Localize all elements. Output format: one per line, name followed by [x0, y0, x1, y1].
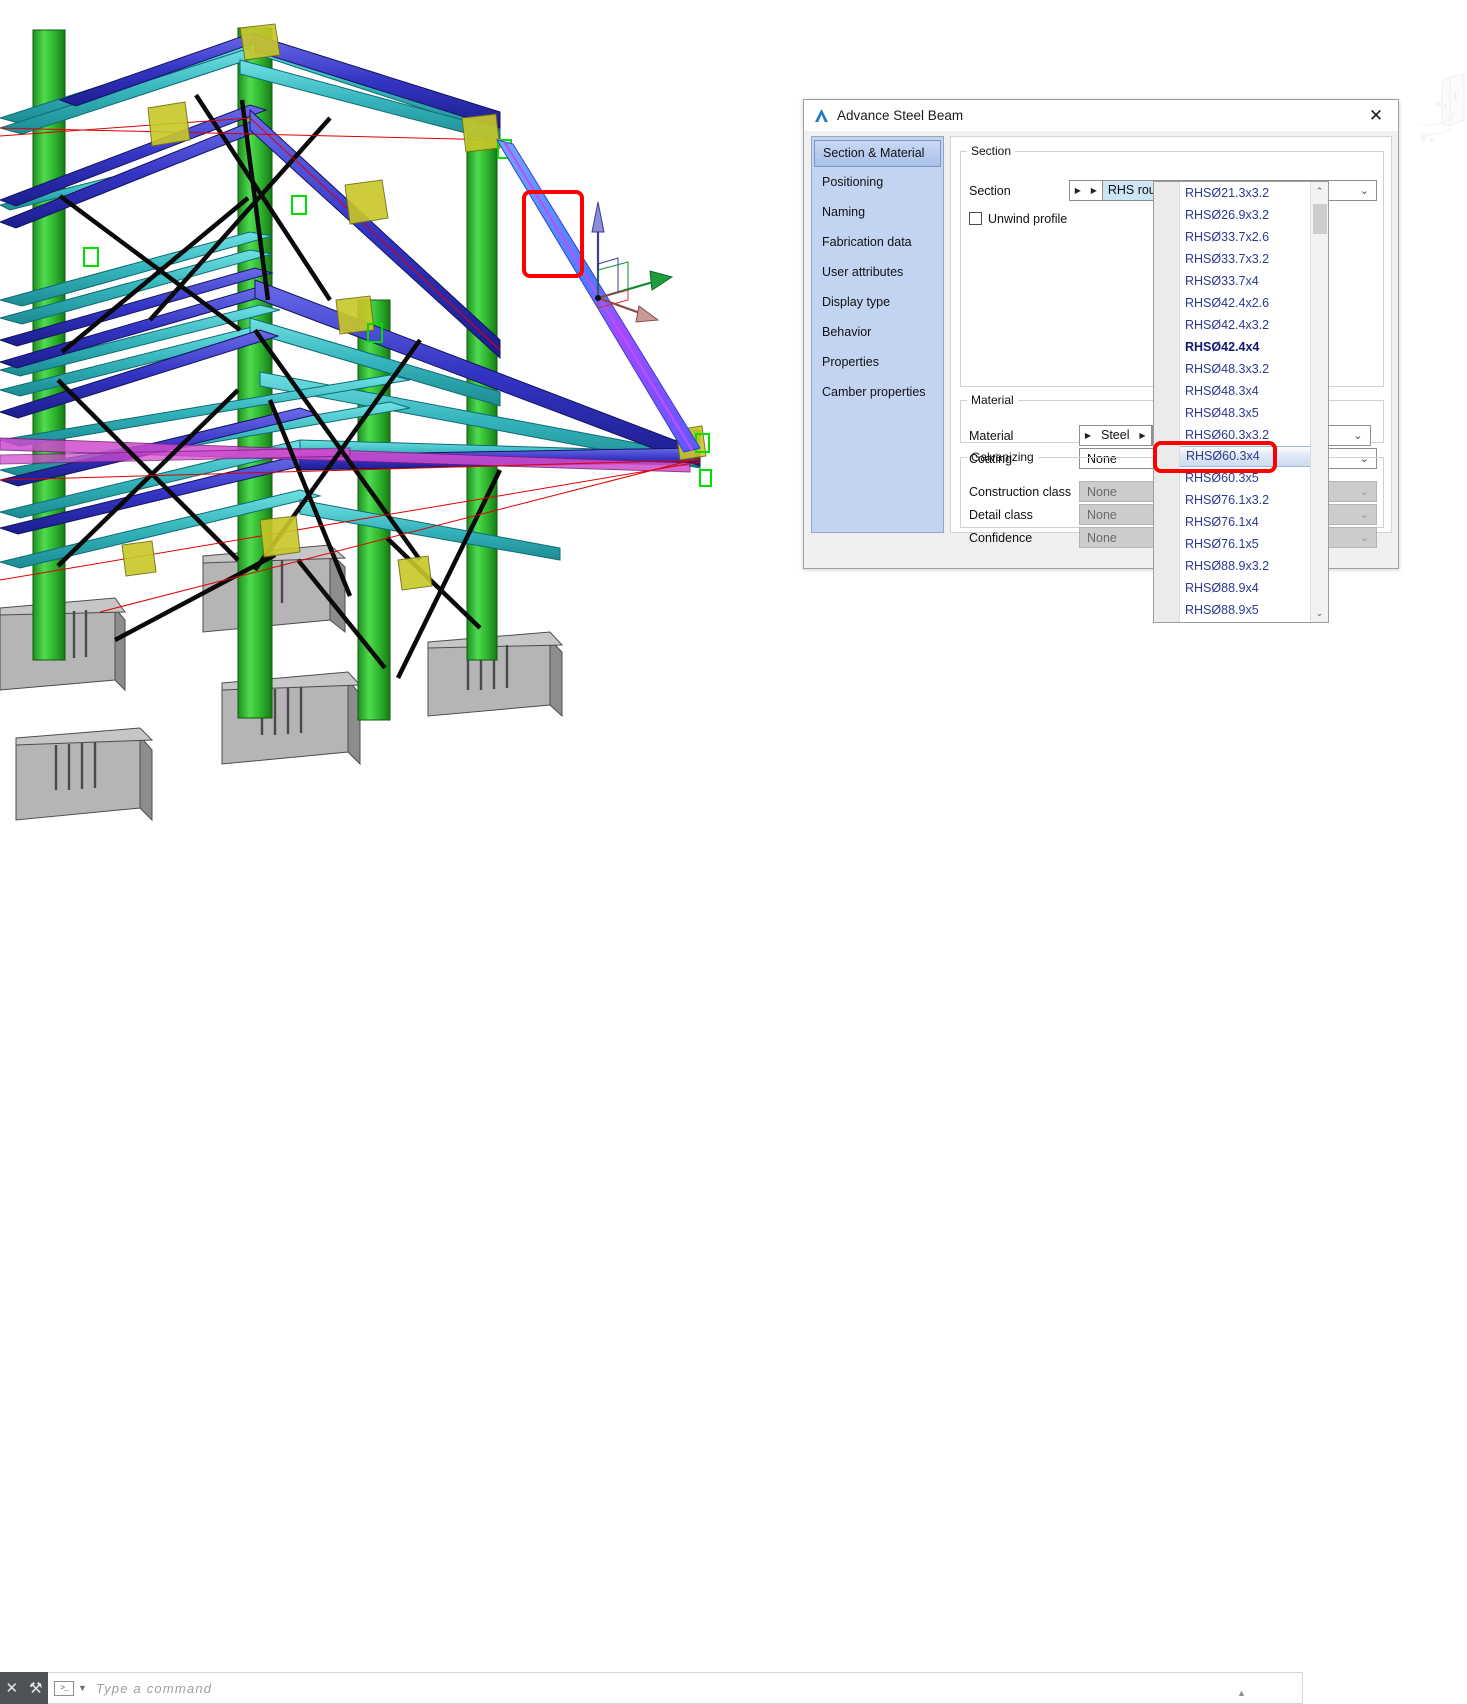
chevron-down-icon[interactable]: ⌄	[1360, 508, 1369, 521]
dropdown-item-list[interactable]: RHSØ21.3x3.2 RHSØ26.9x3.2 RHSØ33.7x2.6 RHSØ…	[1180, 182, 1310, 622]
unwind-profile-row[interactable]: Unwind profile	[969, 208, 1067, 229]
sidebar-item-label: Section & Material	[823, 146, 925, 160]
sidebar-item-camber-properties[interactable]: Camber properties	[812, 377, 943, 407]
material-label: Material	[969, 428, 1014, 443]
section-profile-dropdown[interactable]: RHSØ21.3x3.2 RHSØ26.9x3.2 RHSØ33.7x2.6 RHSØ…	[1153, 181, 1329, 623]
dropdown-item[interactable]: RHSØ60.3x4	[1180, 446, 1310, 467]
sidebar-item-label: Behavior	[822, 325, 872, 339]
scroll-up-icon[interactable]: ⌃	[1311, 182, 1328, 200]
sidebar-item-properties[interactable]: Properties	[812, 347, 943, 377]
section-label: Section	[969, 183, 1011, 198]
material-value[interactable]: Steel	[1096, 426, 1135, 445]
next-arrow-icon[interactable]: ▶	[1086, 181, 1102, 200]
material-group-legend: Material	[971, 393, 1014, 407]
confidence-value: None	[1087, 530, 1117, 545]
close-icon[interactable]: ✕	[1354, 100, 1398, 131]
construction-class-value: None	[1087, 484, 1117, 499]
sidebar-item-user-attributes[interactable]: User attributes	[812, 257, 943, 287]
sidebar-item-label: Positioning	[822, 175, 884, 189]
viewcube-face-label: F	[1454, 92, 1460, 102]
sidebar-item-label: Naming	[822, 205, 866, 219]
dropdown-item[interactable]: RHSØ76.1x4	[1180, 511, 1310, 533]
sidebar-item-naming[interactable]: Naming	[812, 197, 943, 227]
command-input-wrapper[interactable]: >_ ▼ Type a command	[48, 1672, 1303, 1704]
detail-class-value: None	[1087, 507, 1117, 522]
chevron-down-icon[interactable]: ⌄	[1353, 429, 1362, 442]
dropdown-item[interactable]: RHSØ33.7x3.2	[1180, 248, 1310, 270]
dropdown-item[interactable]: RHSØ48.3x5	[1180, 402, 1310, 424]
dropdown-item[interactable]: RHSØ42.4x3.2	[1180, 314, 1310, 336]
dropdown-item[interactable]: RHSØ88.9x4	[1180, 577, 1310, 599]
dropdown-item[interactable]: RHSØ88.9x5	[1180, 599, 1310, 621]
construction-class-label: Construction class	[969, 484, 1072, 499]
sidebar-item-display-type[interactable]: Display type	[812, 287, 943, 317]
wrench-icon[interactable]: ⚒	[29, 1681, 42, 1696]
sidebar-item-section-material[interactable]: Section & Material	[814, 140, 941, 167]
sidebar-item-label: Camber properties	[822, 385, 926, 399]
dropdown-item[interactable]: RHSØ42.4x4	[1180, 336, 1310, 358]
scroll-down-icon[interactable]: ⌄	[1311, 604, 1328, 622]
confidence-label: Confidence	[969, 530, 1033, 545]
command-bar-tools[interactable]: ✕ ⚒	[0, 1672, 48, 1704]
dropdown-item[interactable]: RHSØ48.3x4	[1180, 380, 1310, 402]
prev-arrow-icon[interactable]: ▶	[1080, 426, 1096, 445]
sidebar-item-positioning[interactable]: Positioning	[812, 167, 943, 197]
unwind-profile-label: Unwind profile	[988, 211, 1068, 226]
dropdown-item[interactable]: RHSØ76.1x3.2	[1180, 489, 1310, 511]
command-input[interactable]: Type a command	[96, 1681, 212, 1696]
dialog-title: Advance Steel Beam	[837, 108, 964, 123]
viewcube[interactable]: F	[1412, 42, 1467, 147]
chevron-down-icon[interactable]: ⌄	[1360, 531, 1369, 544]
sidebar-item-label: Properties	[822, 355, 879, 369]
dropdown-item[interactable]: RHSØ21.3x3.2	[1180, 182, 1310, 204]
dropdown-gutter	[1154, 182, 1180, 622]
dropdown-item[interactable]: RHSØ88.9x3.2	[1180, 555, 1310, 577]
chevron-down-icon[interactable]: ⌄	[1360, 485, 1369, 498]
scrollbar-thumb[interactable]	[1313, 204, 1327, 234]
advance-steel-logo-icon	[813, 107, 830, 124]
dropdown-scrollbar[interactable]: ⌃ ⌄	[1310, 182, 1328, 622]
dropdown-item[interactable]: RHSØ60.3x3.2	[1180, 424, 1310, 446]
unwind-profile-checkbox[interactable]	[969, 212, 982, 225]
resize-grip-icon[interactable]: ▲	[1237, 1688, 1246, 1698]
dropdown-item[interactable]: RHSØ76.1x5	[1180, 533, 1310, 555]
dialog-titlebar[interactable]: Advance Steel Beam ✕	[804, 100, 1398, 131]
sidebar-item-fabrication-data[interactable]: Fabrication data	[812, 227, 943, 257]
sidebar-item-behavior[interactable]: Behavior	[812, 317, 943, 347]
galvanizing-group-legend: Galvanizing	[971, 450, 1034, 464]
detail-class-label: Detail class	[969, 507, 1033, 522]
sidebar-item-label: User attributes	[822, 265, 904, 279]
next-arrow-icon[interactable]: ▶	[1135, 426, 1151, 445]
prev-arrow-icon[interactable]: ▶	[1070, 181, 1086, 200]
material-nav-selector[interactable]: ▶ Steel ▶	[1079, 425, 1152, 446]
sidebar-item-label: Fabrication data	[822, 235, 912, 249]
dropdown-item[interactable]: RHSØ26.9x3.2	[1180, 204, 1310, 226]
dropdown-item[interactable]: RHSØ60.3x5	[1180, 467, 1310, 489]
chevron-down-icon[interactable]: ▼	[78, 1683, 87, 1693]
dropdown-item[interactable]: RHSØ42.4x2.6	[1180, 292, 1310, 314]
close-icon[interactable]: ✕	[5, 1681, 18, 1696]
chevron-down-icon[interactable]: ⌄	[1360, 184, 1369, 197]
sidebar-item-label: Display type	[822, 295, 891, 309]
command-prompt-icon[interactable]: >_	[54, 1680, 74, 1696]
command-bar: ✕ ⚒ >_ ▼ Type a command ▲	[0, 832, 1467, 1704]
section-group-legend: Section	[971, 144, 1012, 158]
dropdown-item[interactable]: RHSØ48.3x3.2	[1180, 358, 1310, 380]
dialog-sidebar-nav[interactable]: Section & Material Positioning Naming Fa…	[811, 136, 944, 533]
dropdown-item[interactable]: RHSØ33.7x4	[1180, 270, 1310, 292]
dropdown-item[interactable]: RHSØ33.7x2.6	[1180, 226, 1310, 248]
